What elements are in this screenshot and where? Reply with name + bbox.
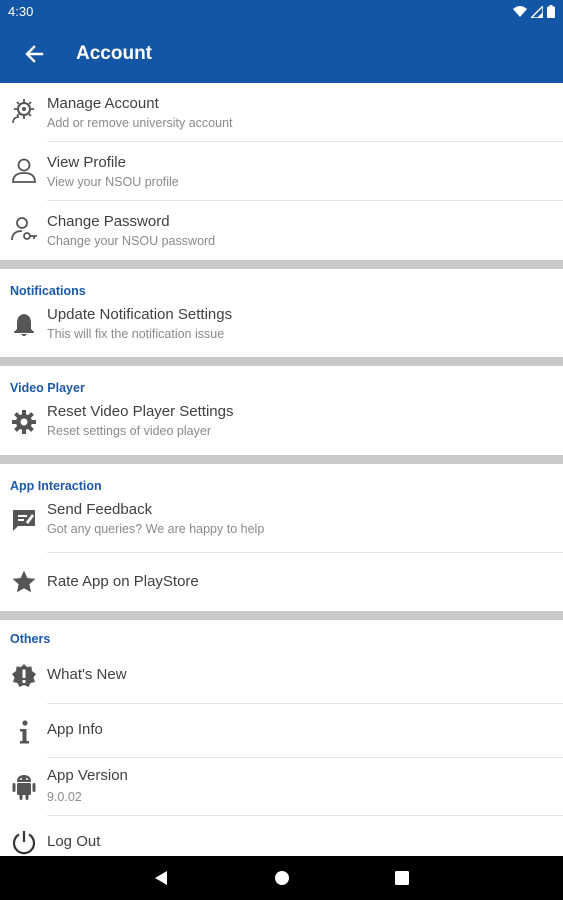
manage-account-icon	[10, 97, 38, 125]
square-recents-icon	[395, 871, 409, 885]
app-version-value: 9.0.02	[47, 790, 82, 804]
whats-new-title: What's New	[47, 666, 127, 683]
power-icon	[10, 828, 38, 856]
app-version-item[interactable]: App Version 9.0.02	[0, 758, 563, 816]
circle-home-icon	[275, 871, 289, 885]
section-divider	[0, 260, 563, 269]
section-divider	[0, 611, 563, 620]
app-bar: Account	[0, 24, 563, 83]
reset-video-player-item[interactable]: Reset Video Player Settings Reset settin…	[0, 396, 563, 455]
page-title: Account	[76, 43, 152, 64]
signal-icon	[531, 5, 543, 18]
reset-video-player-title: Reset Video Player Settings	[47, 403, 234, 420]
whats-new-item[interactable]: What's New	[0, 650, 563, 704]
video-player-header: Video Player	[0, 366, 563, 396]
section-title: Others	[10, 632, 51, 646]
section-title: Video Player	[10, 381, 85, 395]
person-icon	[10, 156, 38, 184]
manage-account-subtitle: Add or remove university account	[47, 116, 233, 130]
app-interaction-header: App Interaction	[0, 464, 563, 494]
system-nav-bar	[0, 856, 563, 900]
manage-account-item[interactable]: Manage Account Add or remove university …	[0, 83, 563, 142]
info-icon	[10, 718, 38, 746]
battery-icon	[547, 5, 555, 18]
rate-app-title: Rate App on PlayStore	[47, 573, 199, 590]
section-divider	[0, 455, 563, 464]
rate-app-item[interactable]: Rate App on PlayStore	[0, 553, 563, 611]
badge-alert-icon	[10, 662, 38, 690]
reset-video-player-subtitle: Reset settings of video player	[47, 424, 211, 438]
feedback-icon	[10, 506, 38, 534]
notification-settings-subtitle: This will fix the notification issue	[47, 327, 225, 341]
bell-icon	[10, 311, 38, 339]
change-password-item[interactable]: Change Password Change your NSOU passwor…	[0, 201, 563, 260]
settings-list[interactable]: Manage Account Add or remove university …	[0, 83, 563, 856]
others-header: Others	[0, 620, 563, 650]
view-profile-title: View Profile	[47, 154, 126, 171]
gear-icon	[10, 408, 38, 436]
section-title: Notifications	[10, 284, 86, 298]
notifications-header: Notifications	[0, 269, 563, 299]
send-feedback-item[interactable]: Send Feedback Got any queries? We are ha…	[0, 494, 563, 553]
back-button[interactable]	[22, 42, 46, 66]
view-profile-subtitle: View your NSOU profile	[47, 175, 179, 189]
change-password-subtitle: Change your NSOU password	[47, 234, 216, 248]
change-password-title: Change Password	[47, 213, 170, 230]
person-key-icon	[10, 215, 38, 243]
update-notification-settings-item[interactable]: Update Notification Settings This will f…	[0, 299, 563, 357]
section-title: App Interaction	[10, 479, 102, 493]
star-icon	[10, 568, 38, 596]
app-version-title: App Version	[47, 767, 128, 784]
status-bar: 4:30	[0, 0, 563, 24]
android-icon	[10, 773, 38, 801]
nav-back-button[interactable]	[151, 868, 171, 888]
arrow-left-icon	[25, 45, 44, 63]
wifi-icon	[513, 5, 527, 17]
notification-settings-title: Update Notification Settings	[47, 306, 233, 323]
status-time: 4:30	[8, 4, 34, 19]
log-out-item[interactable]: Log Out	[0, 816, 563, 856]
manage-account-title: Manage Account	[47, 95, 159, 112]
status-icons	[513, 5, 555, 18]
section-divider	[0, 357, 563, 366]
log-out-title: Log Out	[47, 833, 101, 850]
triangle-back-icon	[155, 871, 167, 885]
nav-recents-button[interactable]	[392, 868, 412, 888]
nav-home-button[interactable]	[272, 868, 292, 888]
app-info-item[interactable]: App Info	[0, 704, 563, 758]
app-info-title: App Info	[47, 721, 103, 738]
send-feedback-subtitle: Got any queries? We are happy to help	[47, 522, 265, 536]
view-profile-item[interactable]: View Profile View your NSOU profile	[0, 142, 563, 201]
send-feedback-title: Send Feedback	[47, 501, 153, 518]
